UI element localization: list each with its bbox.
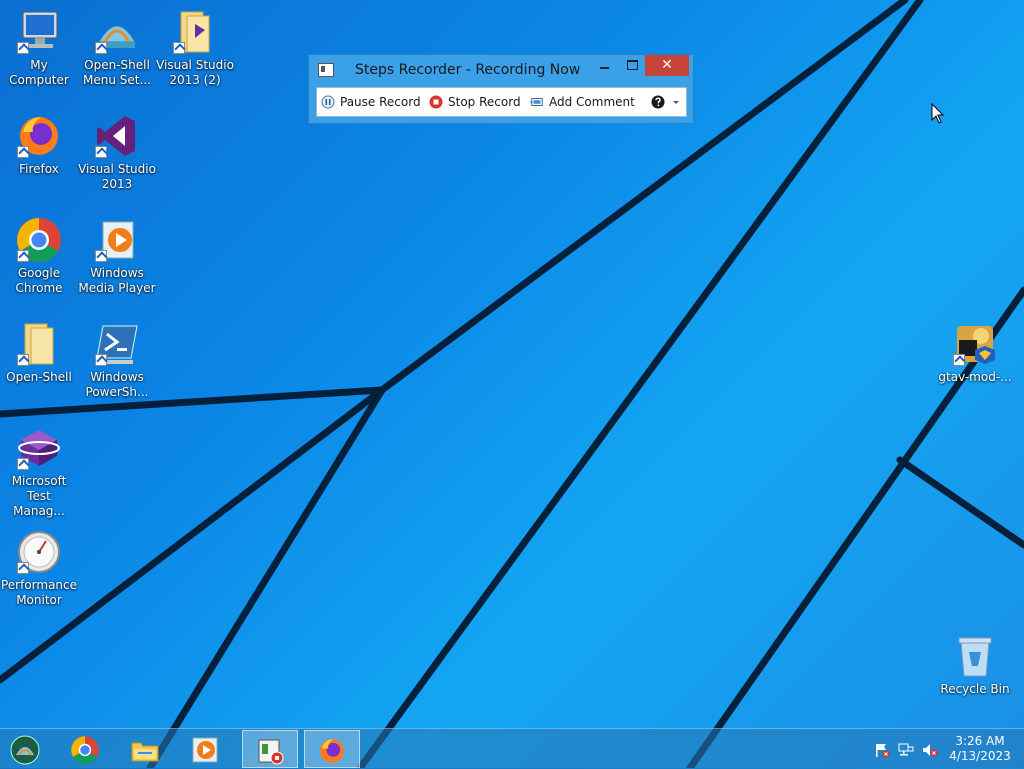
desktop-icon-firefox[interactable]: Firefox — [0, 112, 78, 177]
desktop-icon-google-chrome[interactable]: Google Chrome — [0, 216, 78, 296]
shortcut-arrow-icon — [17, 250, 29, 262]
taskbar-firefox[interactable] — [304, 730, 360, 768]
desktop-icon-visual-studio-2013-2[interactable]: Visual Studio 2013 (2) — [156, 8, 234, 88]
taskbar-steps-recorder[interactable] — [242, 730, 298, 768]
steps-recorder-window[interactable]: Steps Recorder - Recording Now ✕ Pause R… — [308, 54, 694, 124]
pause-record-button[interactable]: Pause Record — [321, 88, 421, 116]
shortcut-arrow-icon — [173, 42, 185, 54]
comment-icon — [530, 98, 543, 106]
shortcut-arrow-icon — [17, 458, 29, 470]
shortcut-arrow-icon — [953, 354, 965, 366]
desktop-icon-open-shell[interactable]: Open-Shell — [0, 320, 78, 385]
firefox-icon — [320, 739, 344, 763]
desktop-icon-performance-monitor[interactable]: Performance Monitor — [0, 528, 78, 608]
desktop-icon-my-computer[interactable]: My Computer — [0, 8, 78, 88]
stop-icon — [429, 95, 443, 109]
shortcut-arrow-icon — [17, 146, 29, 158]
shortcut-arrow-icon — [95, 250, 107, 262]
action-center-flag-icon[interactable] — [874, 742, 890, 758]
pause-record-label: Pause Record — [340, 95, 421, 109]
clock-date: 4/13/2023 — [949, 749, 1011, 763]
recorder-toolbar: Pause Record Stop Record Add Comment — [316, 87, 687, 117]
stop-record-button[interactable]: Stop Record — [429, 88, 521, 116]
desktop-icon-open-shell-menu-settings[interactable]: Open-Shell Menu Set... — [78, 8, 156, 88]
minimize-button[interactable] — [591, 55, 617, 76]
add-comment-button[interactable]: Add Comment — [530, 88, 642, 116]
pause-icon — [321, 95, 335, 109]
steps-recorder-app-icon[interactable] — [318, 63, 334, 77]
system-clock[interactable]: 3:26 AM 4/13/2023 — [945, 734, 1015, 764]
desktop-icon-recycle-bin[interactable]: Recycle Bin — [936, 632, 1014, 697]
chrome-icon — [71, 736, 99, 764]
open-shell-start-icon — [10, 735, 40, 765]
desktop-icon-visual-studio-2013[interactable]: Visual Studio 2013 — [78, 112, 156, 192]
taskbar: 3:26 AM 4/13/2023 — [0, 728, 1024, 769]
stop-record-label: Stop Record — [448, 95, 521, 109]
shortcut-arrow-icon — [17, 562, 29, 574]
add-comment-label: Add Comment — [549, 95, 635, 109]
maximize-button[interactable] — [619, 55, 645, 76]
recycle-bin-icon — [958, 637, 992, 677]
media-player-icon — [192, 737, 218, 763]
volume-muted-icon[interactable] — [922, 742, 938, 758]
close-button[interactable]: ✕ — [645, 55, 689, 76]
shortcut-arrow-icon — [95, 354, 107, 366]
title-bar[interactable]: Steps Recorder - Recording Now ✕ — [309, 55, 693, 85]
folder-icon — [131, 742, 159, 762]
clock-time: 3:26 AM — [955, 734, 1005, 748]
chevron-down-icon — [673, 101, 679, 104]
steps-recorder-icon — [258, 739, 284, 765]
desktop-icon-gtav-mod[interactable]: gtav-mod-... — [936, 320, 1014, 385]
shortcut-arrow-icon — [95, 42, 107, 54]
start-button[interactable] — [2, 730, 52, 768]
shortcut-arrow-icon — [17, 354, 29, 366]
taskbar-windows-media-player[interactable] — [178, 730, 234, 768]
mouse-cursor-icon — [931, 103, 945, 124]
window-title: Steps Recorder - Recording Now — [355, 62, 581, 78]
desktop-icon-windows-powershell[interactable]: Windows PowerSh... — [78, 320, 156, 400]
close-icon: ✕ — [661, 57, 673, 73]
help-icon — [651, 95, 665, 109]
settings-dropdown-button[interactable] — [669, 88, 683, 116]
help-button[interactable] — [651, 88, 667, 116]
shortcut-arrow-icon — [95, 146, 107, 158]
shortcut-arrow-icon — [17, 42, 29, 54]
desktop-icon-windows-media-player[interactable]: Windows Media Player — [78, 216, 156, 296]
taskbar-file-explorer[interactable] — [118, 730, 174, 768]
desktop-icon-microsoft-test-manager[interactable]: Microsoft Test Manag... — [0, 424, 78, 519]
network-icon[interactable] — [898, 742, 914, 758]
taskbar-chrome[interactable] — [58, 730, 114, 768]
